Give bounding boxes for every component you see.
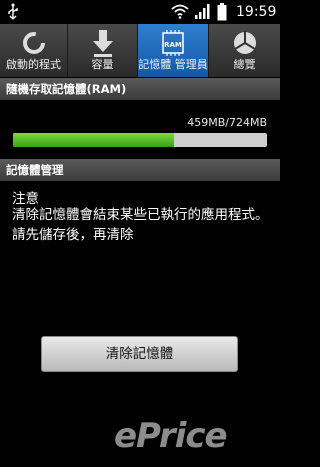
svg-text:RAM: RAM — [164, 41, 182, 49]
tab-label: 記憶體 管理員 — [138, 58, 208, 71]
refresh-circle-icon — [22, 32, 45, 54]
signal-icon — [195, 4, 210, 19]
tab-memory-manager[interactable]: RAM 記憶體 管理員 — [138, 24, 209, 77]
battery-icon — [217, 3, 227, 21]
ram-chip-icon: RAM — [162, 30, 184, 56]
memory-section-header: 記憶體管理 — [0, 159, 280, 181]
tab-bar: 啟動的程式 容量 RAM 記憶體 管理員 總覽 — [0, 24, 280, 77]
download-arrow-icon — [92, 30, 113, 57]
tab-storage[interactable]: 容量 — [68, 24, 138, 77]
pie-chart-icon — [233, 31, 256, 54]
clear-memory-button[interactable]: 清除記憶體 — [41, 336, 238, 372]
usb-icon — [8, 3, 18, 20]
tab-label: 總覽 — [233, 58, 256, 71]
eprice-watermark: ePrice — [114, 416, 228, 456]
tab-label: 啟動的程式 — [6, 58, 61, 71]
status-bar: 19:59 — [0, 0, 280, 24]
tab-running-apps[interactable]: 啟動的程式 — [0, 24, 68, 77]
tab-label: 容量 — [91, 58, 114, 71]
ram-usage-bar — [13, 133, 267, 147]
ram-usage-bar-fill — [13, 133, 175, 147]
notice-title: 注意 — [12, 191, 39, 207]
wifi-icon — [171, 4, 189, 19]
clock: 19:59 — [236, 4, 277, 20]
ram-usage-text: 459MB/724MB — [187, 116, 267, 129]
ram-section-header: 隨機存取記憶體(RAM) — [0, 78, 280, 100]
notice-body: 清除記憶體會結束某些已執行的應用程式。請先儲存後，再清除 — [12, 207, 269, 243]
tab-overview[interactable]: 總覽 — [209, 24, 280, 77]
